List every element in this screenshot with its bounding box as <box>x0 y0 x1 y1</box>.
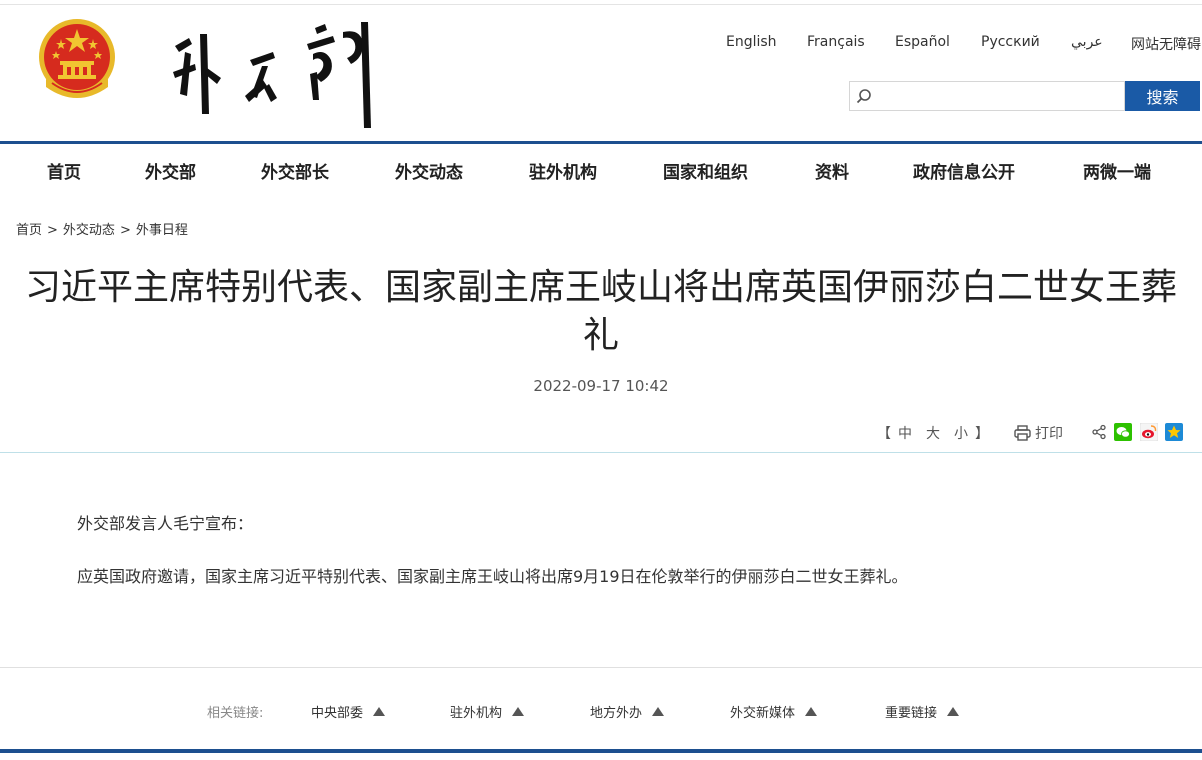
share-bar <box>1091 422 1186 445</box>
triangle-up-icon <box>947 707 960 716</box>
triangle-up-icon <box>652 707 665 716</box>
lang-russian-link[interactable]: Русский <box>981 34 1040 50</box>
printer-icon <box>1014 425 1031 441</box>
top-border <box>0 4 1202 5</box>
article-tools: 【中大小】 打印 <box>0 422 1202 445</box>
related-link-label: 外交新媒体 <box>730 706 796 721</box>
nav-social-media[interactable]: 两微一端 <box>1083 158 1151 183</box>
nav-ministry[interactable]: 外交部 <box>145 158 196 183</box>
triangle-up-icon <box>805 707 818 716</box>
search-box <box>849 81 1125 111</box>
related-link-missions-overseas[interactable]: 驻外机构 <box>450 702 525 721</box>
nav-diplomatic-news[interactable]: 外交动态 <box>395 158 463 183</box>
nav-home[interactable]: 首页 <box>47 158 81 183</box>
font-size-medium-button[interactable]: 中 <box>898 423 912 443</box>
nav-missions-overseas[interactable]: 驻外机构 <box>529 158 597 183</box>
related-link-label: 驻外机构 <box>450 706 503 721</box>
nav-top-border <box>0 141 1202 144</box>
ministry-calligraphy-logo[interactable] <box>165 14 390 132</box>
bracket-close: 】 <box>975 426 989 442</box>
article-title: 习近平主席特别代表、国家副主席王岐山将出席英国伊丽莎白二世女王葬礼 <box>24 267 1177 356</box>
lang-arabic-link[interactable]: عربي <box>1071 34 1103 50</box>
footer-divider <box>0 667 1202 668</box>
search-input[interactable] <box>876 84 1120 108</box>
article-date: 2022-09-17 10:42 <box>533 377 669 395</box>
search-icon <box>856 88 872 104</box>
main-nav: 首页 外交部 外交部长 外交动态 驻外机构 国家和组织 资料 政府信息公开 两微… <box>0 158 1202 183</box>
breadcrumb-diplomatic-news[interactable]: 外交动态 <box>63 223 115 238</box>
font-size-small-button[interactable]: 小 <box>954 423 968 443</box>
bracket-open: 【 <box>877 426 891 442</box>
share-icon[interactable] <box>1091 424 1107 444</box>
lang-french-link[interactable]: Français <box>807 34 865 50</box>
breadcrumb-foreign-affairs-schedule[interactable]: 外事日程 <box>136 223 188 238</box>
article-paragraph: 外交部发言人毛宁宣布： <box>77 514 254 533</box>
font-size-selector: 【中大小】 <box>877 423 989 443</box>
footer-bottom-border <box>0 749 1202 753</box>
search-button[interactable]: 搜索 <box>1125 81 1200 111</box>
wechat-icon[interactable] <box>1114 423 1133 445</box>
triangle-up-icon <box>373 707 386 716</box>
national-emblem-logo[interactable] <box>36 17 118 105</box>
print-label: 打印 <box>1035 426 1063 442</box>
related-links-bar: 相关链接: 中央部委 驻外机构 地方外办 外交新媒体 重要链接 <box>0 702 1202 722</box>
related-link-important-links[interactable]: 重要链接 <box>885 702 960 721</box>
nav-minister[interactable]: 外交部长 <box>261 158 329 183</box>
nav-countries-organizations[interactable]: 国家和组织 <box>663 158 748 183</box>
accessibility-link[interactable]: 网站无障碍 <box>1131 34 1201 54</box>
breadcrumb-separator: > <box>47 223 58 238</box>
breadcrumb: 首页 > 外交动态 > 外事日程 <box>16 219 188 238</box>
related-link-label: 重要链接 <box>885 706 938 721</box>
nav-resources[interactable]: 资料 <box>815 158 849 183</box>
language-bar: English Français Español Русский عربي 网站… <box>0 34 1202 54</box>
related-link-central-ministries[interactable]: 中央部委 <box>311 702 386 721</box>
nav-government-information[interactable]: 政府信息公开 <box>913 158 1015 183</box>
search-area: 搜索 <box>849 81 1200 111</box>
lang-english-link[interactable]: English <box>726 34 777 50</box>
qzone-icon[interactable] <box>1165 423 1184 445</box>
related-links-label: 相关链接: <box>207 706 264 721</box>
breadcrumb-home[interactable]: 首页 <box>16 223 42 238</box>
article-paragraph: 应英国政府邀请，国家主席习近平特别代表、国家副主席王岐山将出席9月19日在伦敦举… <box>77 567 908 586</box>
weibo-icon[interactable] <box>1139 422 1159 445</box>
related-link-local-foreign-affairs[interactable]: 地方外办 <box>590 702 665 721</box>
print-button[interactable]: 打印 <box>1014 423 1063 443</box>
related-link-diplomatic-new-media[interactable]: 外交新媒体 <box>730 702 818 721</box>
related-link-label: 中央部委 <box>311 706 364 721</box>
font-size-large-button[interactable]: 大 <box>926 423 940 443</box>
triangle-up-icon <box>512 707 525 716</box>
related-link-label: 地方外办 <box>590 706 643 721</box>
lang-spanish-link[interactable]: Español <box>895 34 950 50</box>
breadcrumb-separator: > <box>119 223 131 238</box>
content-divider <box>0 452 1202 453</box>
